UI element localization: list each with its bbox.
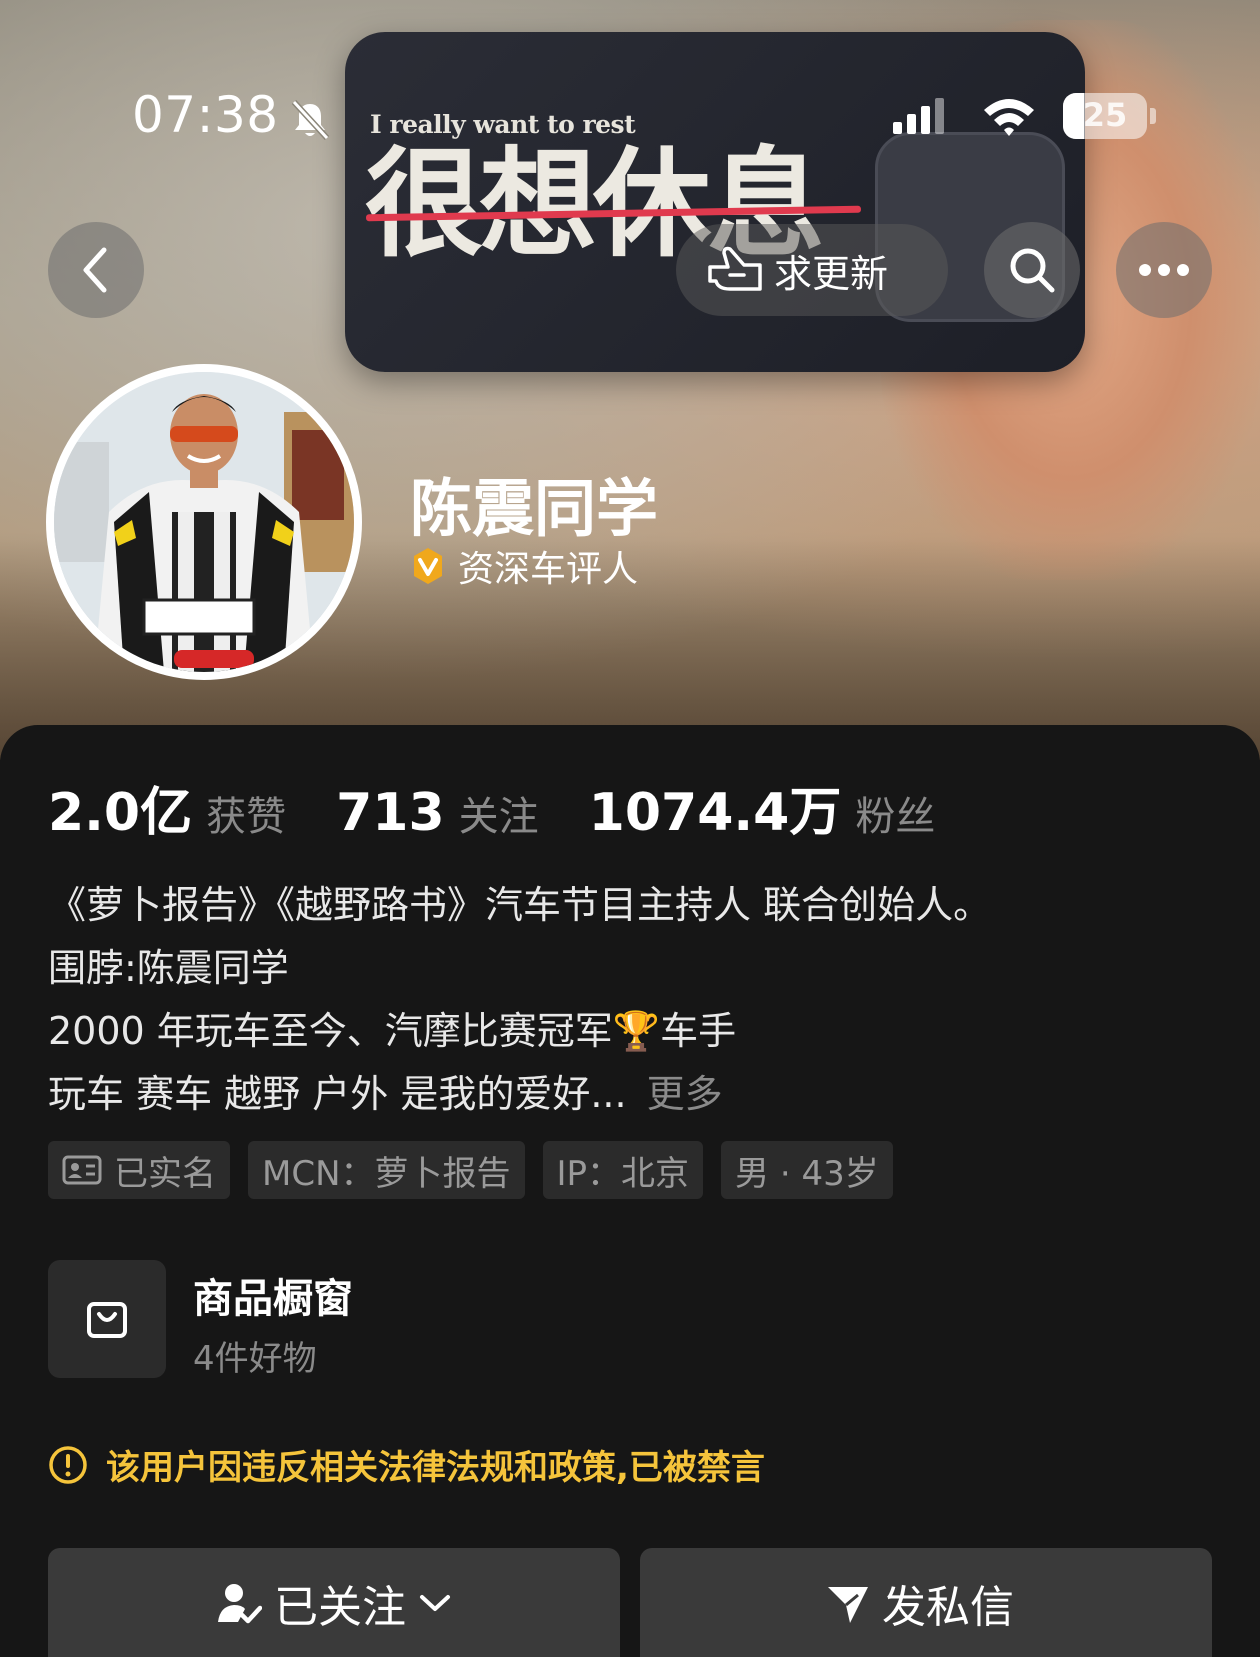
tag-label: 已实名 [114, 1153, 216, 1194]
bio-line: 《萝卜报告》《越野路书》汽车节目主持人 联合创始人。 [48, 883, 992, 927]
bio: 《萝卜报告》《越野路书》汽车节目主持人 联合创始人。 围脖:陈震同学 2000 … [48, 874, 991, 1126]
tag-label: MCN：萝卜报告 [262, 1153, 511, 1194]
tag-label: IP：北京 [556, 1153, 690, 1194]
shop-window-subtitle: 4件好物 [193, 1339, 317, 1379]
battery-tip [1150, 108, 1156, 124]
profile-tags: 已实名 MCN：萝卜报告 IP：北京 男 · 43岁 [48, 1141, 893, 1199]
more-button[interactable] [1116, 222, 1212, 318]
mute-warning: 该用户因违反相关法律法规和政策,已被禁言 [48, 1440, 765, 1489]
tag-mcn[interactable]: MCN：萝卜报告 [248, 1141, 525, 1199]
profile-name: 陈震同学 [410, 472, 659, 545]
bio-line-last: 玩车 赛车 越野 户外 是我的爱好... 更多 [48, 1063, 991, 1126]
followed-label: 已关注 [274, 1582, 406, 1633]
avatar[interactable] [46, 364, 362, 680]
wifi-icon [984, 99, 1034, 136]
tag-label: 男 · 43岁 [735, 1153, 879, 1194]
request-update-button[interactable]: 求更新 [676, 224, 948, 316]
warning-icon [49, 1445, 87, 1484]
followed-button[interactable]: 已关注 [48, 1548, 620, 1657]
avatar-portrait [54, 372, 354, 672]
followers-label[interactable]: 粉丝 [855, 784, 935, 842]
search-button[interactable] [984, 222, 1080, 318]
verification-row: 资深车评人 [408, 540, 638, 592]
tag-verified-identity[interactable]: 已实名 [48, 1141, 230, 1199]
shopping-bag-icon [87, 1302, 127, 1338]
status-time: 07:38 [132, 86, 279, 144]
verified-badge-icon [414, 548, 442, 584]
battery-percent: 25 [1082, 96, 1128, 134]
request-update-label: 求更新 [774, 251, 889, 296]
likes-label: 获赞 [206, 794, 287, 840]
bio-more-link[interactable]: 更多 [647, 1072, 723, 1116]
bio-line: 玩车 赛车 越野 户外 是我的爱好... [48, 1072, 627, 1116]
chevron-down-icon [420, 1595, 450, 1611]
id-card-icon [62, 1155, 102, 1185]
following-label[interactable]: 关注 [459, 784, 539, 842]
user-check-icon [218, 1584, 262, 1624]
battery-indicator: 25 [1063, 93, 1147, 139]
likes-count: 2.0亿 [48, 783, 193, 843]
message-label: 发私信 [882, 1582, 1014, 1633]
bio-line: 围脖:陈震同学 [48, 946, 289, 990]
stats-row: 2.0亿 获赞 713 关注 1074.4万 粉丝 [48, 770, 985, 845]
warning-text: 该用户因违反相关法律法规和政策,已被禁言 [106, 1448, 765, 1488]
back-button[interactable] [48, 222, 144, 318]
bio-line: 2000 年玩车至今、汽摩比赛冠军🏆车手 [48, 1009, 737, 1053]
hand-point-icon [708, 246, 762, 291]
send-icon [828, 1587, 868, 1623]
search-icon [1010, 248, 1055, 293]
tag-ip-location: IP：北京 [542, 1141, 704, 1199]
followers-count[interactable]: 1074.4万 [589, 770, 842, 845]
tag-gender-age: 男 · 43岁 [721, 1141, 893, 1199]
bell-muted-icon [291, 99, 330, 141]
shop-window-button[interactable] [48, 1260, 166, 1378]
verified-title: 资深车评人 [458, 549, 639, 590]
cellular-signal-icon [893, 98, 944, 134]
chevron-left-icon [83, 247, 107, 293]
shop-window-title[interactable]: 商品橱窗 [193, 1266, 353, 1324]
following-count[interactable]: 713 [336, 783, 445, 843]
message-button[interactable]: 发私信 [640, 1548, 1212, 1657]
more-dots-icon [1139, 264, 1189, 276]
